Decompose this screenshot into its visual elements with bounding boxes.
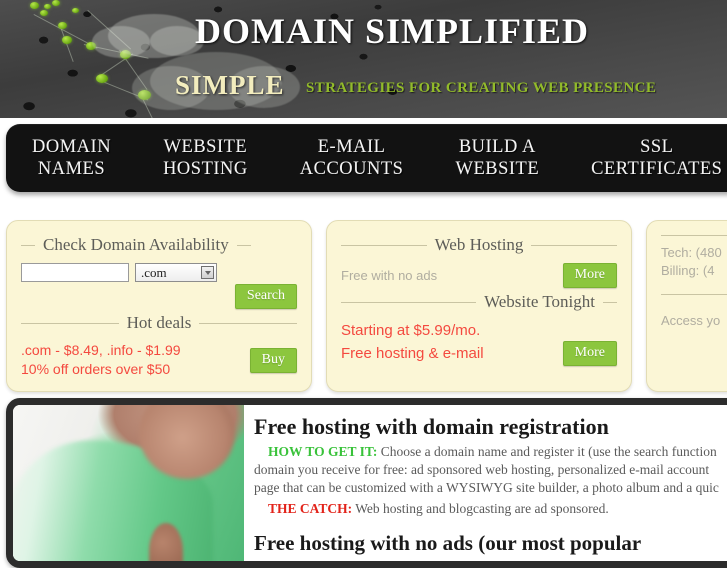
existing-customers-heading: Ex (661, 284, 727, 304)
article-catch-paragraph: THE CATCH: Web hosting and blogcasting a… (254, 500, 727, 518)
nav-item-line1: DOMAIN (32, 137, 112, 157)
rule-right (236, 244, 251, 246)
how-to-get-it-label: HOW TO GET IT: (268, 444, 378, 459)
website-tonight-price: Starting at $5.99/mo. (341, 322, 481, 339)
nav-item-line2: WEBSITE (455, 159, 540, 179)
article-heading-1: Free hosting with domain registration (254, 414, 609, 439)
check-domain-heading-label: Check Domain Availability (43, 235, 229, 254)
tld-select[interactable]: .com (135, 263, 217, 282)
buy-button[interactable]: Buy (249, 348, 297, 373)
nav-item-line1: SSL (640, 137, 674, 157)
rule-left (21, 244, 35, 246)
search-button[interactable]: Search (234, 284, 297, 309)
website-tonight-row: Free hosting & e-mail More (341, 341, 617, 366)
nav-item-build-a-website[interactable]: BUILD A WEBSITE (429, 136, 565, 180)
rule-left (661, 235, 727, 236)
site-banner: DOMAIN SIMPLIFIED SIMPLE STRATEGIES FOR … (0, 0, 727, 118)
website-tonight-free-line: Free hosting & e-mail (341, 345, 484, 362)
support-access-line: Access yo (661, 313, 721, 328)
promo-box-domain-availability: Check Domain Availability .com Search Ho… (6, 220, 312, 392)
domain-search-input[interactable] (21, 263, 129, 282)
how-to-get-it-text: Choose a domain name and register it (us… (377, 444, 717, 459)
rule-left (661, 293, 727, 295)
nav-item-line2: CERTIFICATES (591, 159, 723, 179)
nav-item-website-hosting[interactable]: WEBSITE HOSTING (137, 136, 274, 180)
main-navigation: DOMAIN NAMES WEBSITE HOSTING E-MAIL ACCO… (6, 124, 727, 192)
promo-box-support: Tech: (480 Billing: (4 Ex Access yo (646, 220, 727, 392)
tld-select-value: .com (141, 264, 167, 280)
more-button-website-tonight[interactable]: More (562, 341, 617, 366)
website-tonight-heading-label: Website Tonight (484, 292, 595, 311)
hot-deals-heading: Hot deals (21, 313, 297, 333)
the-catch-text: Web hosting and blogcasting are ad spons… (352, 501, 609, 516)
web-hosting-heading-label: Web Hosting (434, 235, 524, 254)
nav-item-line1: WEBSITE (163, 137, 248, 157)
nav-item-line2: ACCOUNTS (299, 159, 404, 179)
banner-simple-word: SIMPLE (175, 70, 285, 100)
rule-right (531, 244, 618, 246)
website-tonight-heading: Website Tonight (341, 292, 617, 312)
chevron-down-icon[interactable] (201, 266, 214, 279)
hot-deals-heading-label: Hot deals (126, 313, 192, 332)
banner-title: DOMAIN SIMPLIFIED (195, 11, 590, 51)
nav-item-line1: E-MAIL (317, 137, 386, 157)
deal-line-2: 10% off orders over $50 (21, 361, 171, 377)
hot-deals-content: .com - $8.49, .info - $1.99 10% off orde… (21, 341, 297, 379)
promo-box-row: Check Domain Availability .com Search Ho… (0, 220, 727, 392)
feature-article: Free hosting with domain registration HO… (244, 405, 727, 561)
article-heading-2: Free hosting with no ads (our most popul… (254, 531, 642, 555)
domain-search-row: .com (21, 263, 297, 282)
nav-item-line2: HOSTING (163, 159, 248, 179)
the-catch-label: THE CATCH: (268, 501, 353, 516)
promo-box-web-hosting: Web Hosting Free with no ads More Websit… (326, 220, 632, 392)
rule-right (199, 322, 297, 324)
nav-item-line1: BUILD A (458, 137, 536, 157)
nav-item-email-accounts[interactable]: E-MAIL ACCOUNTS (274, 136, 430, 180)
banner-tagline: STRATEGIES FOR CREATING WEB PRESENCE (306, 80, 657, 96)
rule-left (21, 322, 119, 324)
nav-item-ssl-certificates[interactable]: SSL CERTIFICATES (565, 136, 727, 180)
web-hosting-heading: Web Hosting (341, 235, 618, 255)
support-billing-line: Billing: (4 (661, 263, 715, 278)
nav-item-domain-names[interactable]: DOMAIN NAMES (6, 136, 137, 180)
feature-content-panel: Free hosting with domain registration HO… (6, 398, 727, 568)
rule-right (603, 301, 617, 303)
deal-line-1: .com - $8.49, .info - $1.99 (21, 342, 181, 358)
support-heading (661, 235, 727, 236)
article-how-to-paragraph: HOW TO GET IT: Choose a domain name and … (254, 443, 727, 461)
article-body-line-2: domain you receive for free: ad sponsore… (254, 462, 710, 477)
web-hosting-description: Free with no ads (341, 267, 438, 283)
check-domain-heading: Check Domain Availability (21, 235, 297, 255)
rule-left (341, 301, 477, 303)
nav-item-line2: NAMES (37, 159, 106, 179)
article-body-line-3: page that can be customized with a WYSIW… (254, 480, 719, 495)
web-hosting-row: Free with no ads More (341, 263, 617, 288)
feature-photo (13, 405, 244, 561)
rule-left (341, 244, 427, 246)
more-button-hosting[interactable]: More (562, 263, 617, 288)
support-tech-line: Tech: (480 (661, 245, 722, 260)
